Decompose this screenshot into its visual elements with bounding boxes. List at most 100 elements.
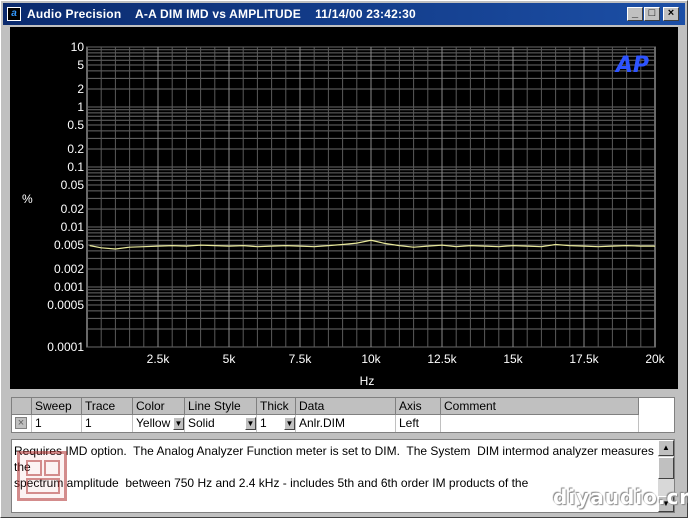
data-point: [498, 246, 500, 248]
data-point: [654, 245, 656, 247]
x-tick-label: 2.5k: [147, 352, 171, 366]
data-point: [186, 245, 187, 247]
y-tick-label: 0.2: [67, 142, 84, 156]
y-tick-label: 0.1: [67, 160, 84, 174]
ap-logo-icon: AP: [614, 53, 649, 78]
y-tick-label: 0.02: [61, 202, 85, 216]
data-point: [242, 245, 244, 246]
data-point: [171, 245, 173, 246]
data-point: [626, 245, 627, 246]
data-point: [384, 243, 386, 244]
scroll-up-icon[interactable]: ▲: [658, 440, 674, 456]
data-point: [89, 245, 91, 246]
data-point: [455, 246, 457, 248]
data-point: [370, 239, 372, 241]
ap-logo-icon[interactable]: a: [7, 7, 21, 21]
col-header-thick[interactable]: Thick: [257, 398, 296, 415]
close-button[interactable]: ×: [663, 7, 679, 21]
data-point: [356, 242, 358, 244]
data-point: [143, 246, 145, 248]
data-point: [427, 245, 429, 247]
data-point: [555, 244, 556, 245]
y-tick-label: 0.0005: [47, 298, 84, 312]
x-tick-label: 5k: [223, 352, 237, 366]
data-point: [512, 245, 514, 246]
x-tick-label: 17.5k: [569, 352, 599, 366]
data-point: [100, 247, 102, 249]
data-point: [299, 245, 301, 247]
y-tick-label: 1: [77, 100, 84, 114]
table-corner: [12, 398, 32, 415]
col-header-comment[interactable]: Comment: [441, 398, 639, 415]
cell-sweep[interactable]: 1: [32, 415, 82, 432]
data-point: [569, 245, 571, 246]
data-point: [328, 245, 329, 246]
data-point: [200, 244, 202, 246]
x-tick-label: 10k: [361, 352, 381, 366]
y-axis-label: %: [22, 192, 33, 206]
data-point: [285, 245, 287, 246]
app-window: a Audio Precision A-A DIM IMD vs AMPLITU…: [0, 0, 688, 518]
col-header-color[interactable]: Color: [133, 398, 185, 415]
col-header-line-style[interactable]: Line Style: [185, 398, 257, 415]
data-point: [342, 244, 343, 245]
title-bar[interactable]: a Audio Precision A-A DIM IMD vs AMPLITU…: [3, 3, 685, 25]
row-checkbox-cell: ×: [12, 415, 32, 432]
data-point: [413, 246, 414, 248]
col-header-data[interactable]: Data: [296, 398, 396, 415]
data-point: [157, 245, 159, 247]
data-point: [441, 244, 443, 246]
data-point: [129, 246, 130, 248]
data-point: [612, 245, 613, 247]
y-tick-label: 2: [77, 82, 84, 96]
data-point: [484, 245, 485, 247]
data-point: [583, 245, 585, 247]
x-tick-label: 20k: [645, 352, 665, 366]
enable-checkbox[interactable]: ×: [15, 417, 27, 429]
x-tick-label: 7.5k: [289, 352, 313, 366]
y-tick-label: 0.5: [67, 118, 84, 132]
color-dropdown-button[interactable]: ▼: [173, 417, 184, 430]
col-header-axis[interactable]: Axis: [396, 398, 441, 415]
y-tick-label: 0.0001: [47, 340, 84, 354]
thick-dropdown-button[interactable]: ▼: [284, 417, 295, 430]
x-tick-label: 15k: [503, 352, 523, 366]
seal-stamp-icon: [17, 451, 67, 501]
col-header-sweep[interactable]: Sweep: [32, 398, 82, 415]
col-header-trace[interactable]: Trace: [82, 398, 133, 415]
x-tick-label: 12.5k: [427, 352, 457, 366]
data-point: [541, 246, 542, 248]
chart: 10 5 2 1 0.5 0.2 0.1 0.05 0.02 0.01 0.005 0.002 0.00…: [22, 40, 666, 388]
notes-text[interactable]: Requires IMD option. The Analog Analyzer…: [14, 443, 658, 491]
y-tick-label: 0.002: [54, 262, 84, 276]
data-point: [470, 245, 471, 246]
sweep-table[interactable]: Sweep Trace Color Line Style Thick Data …: [11, 397, 675, 433]
line-style-dropdown-button[interactable]: ▼: [245, 417, 256, 430]
data-point: [399, 245, 400, 246]
x-axis-label: Hz: [360, 374, 375, 388]
y-tick-label: 0.005: [54, 238, 84, 252]
scroll-thumb[interactable]: [658, 457, 674, 479]
maximize-button[interactable]: □: [644, 7, 660, 21]
data-point: [526, 245, 528, 247]
cell-comment[interactable]: [441, 415, 639, 432]
minimize-button[interactable]: _: [627, 7, 643, 21]
data-point: [257, 246, 258, 248]
y-tick-label: 0.05: [61, 178, 85, 192]
data-point: [597, 246, 599, 248]
window-title: Audio Precision A-A DIM IMD vs AMPLITUDE…: [27, 7, 416, 21]
y-tick-label: 10: [71, 40, 85, 54]
y-tick-label: 5: [77, 58, 84, 72]
watermark-logo: diyaudio.cn: [553, 485, 688, 509]
cell-axis[interactable]: Left: [396, 415, 441, 432]
graph-panel[interactable]: 10 5 2 1 0.5 0.2 0.1 0.05 0.02 0.01 0.005 0.002 0.00…: [10, 27, 678, 389]
cell-trace[interactable]: 1: [82, 415, 133, 432]
data-point: [271, 245, 272, 247]
data-point: [640, 245, 642, 247]
cell-data[interactable]: Anlr.DIM: [296, 415, 396, 432]
data-point: [313, 246, 315, 248]
data-point: [115, 248, 116, 250]
data-point: [228, 245, 230, 247]
y-tick-label: 0.01: [61, 220, 85, 234]
y-tick-label: 0.001: [54, 280, 84, 294]
